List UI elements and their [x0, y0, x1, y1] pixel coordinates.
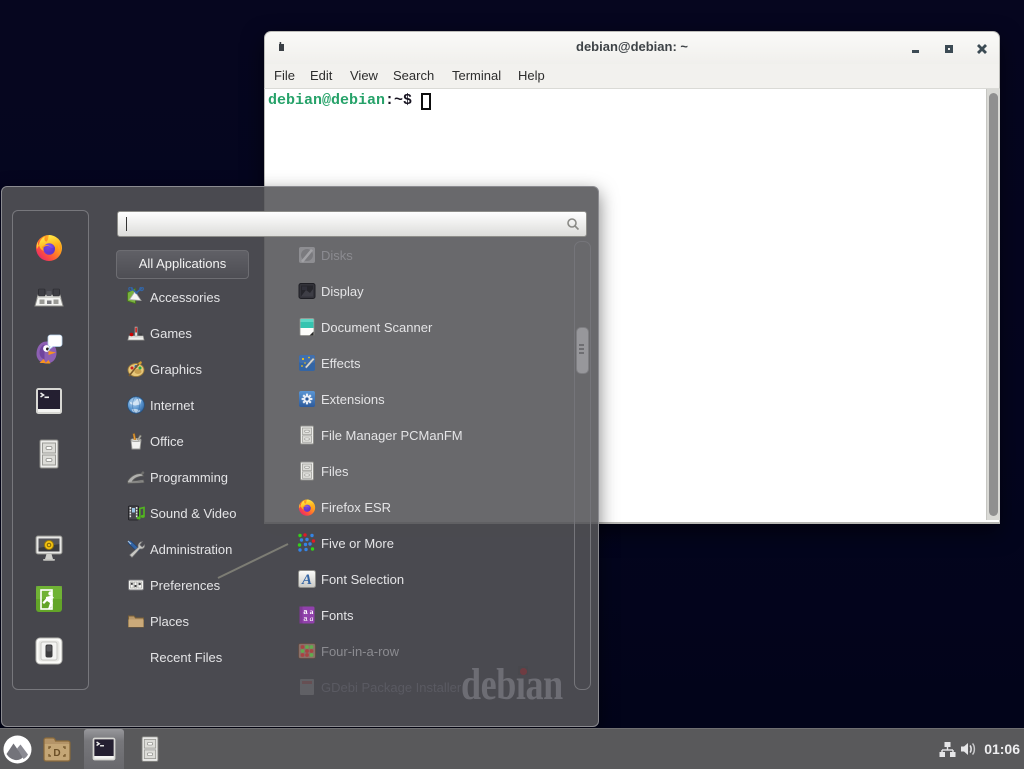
svg-text:A: A: [301, 572, 312, 588]
svg-text:a: a: [310, 614, 314, 623]
svg-text:D: D: [53, 748, 60, 759]
